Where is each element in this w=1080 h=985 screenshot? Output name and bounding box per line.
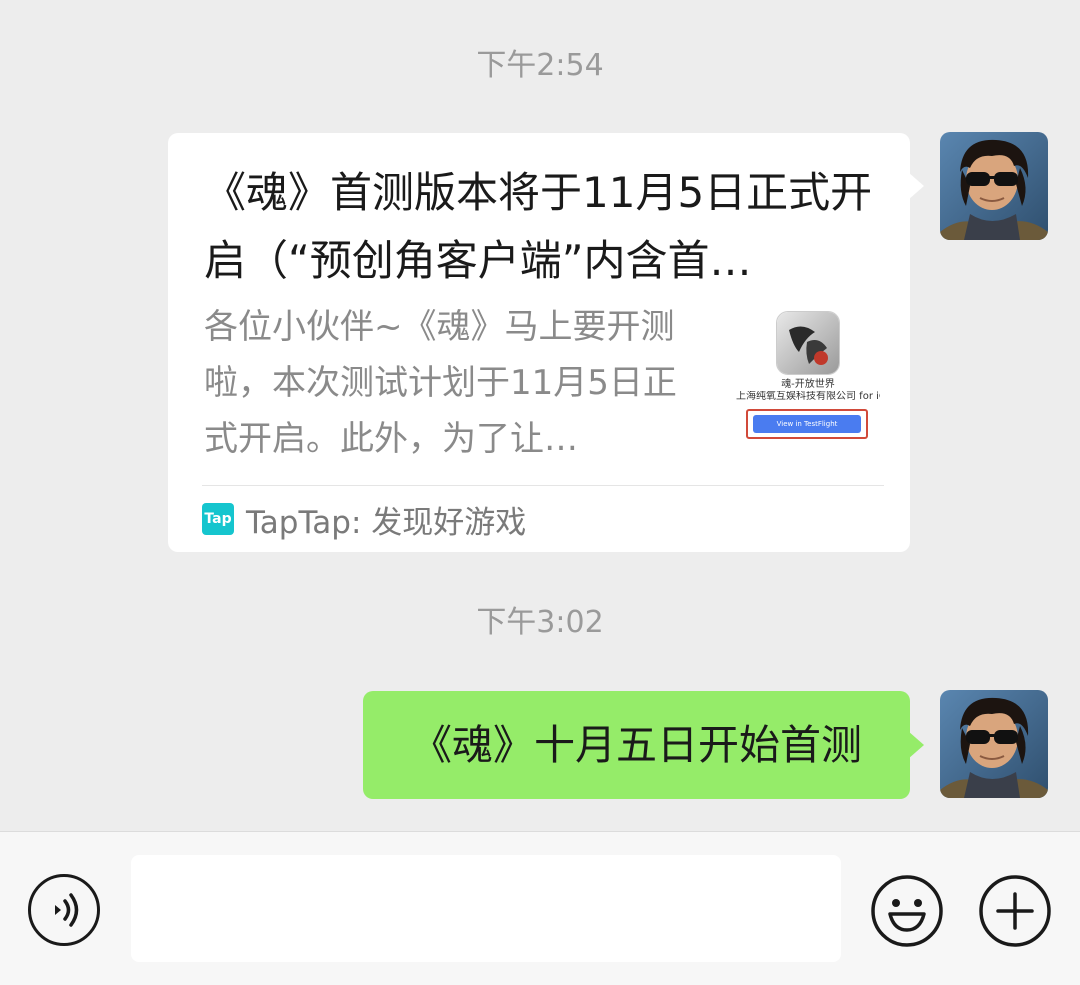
link-card-source: Tap TapTap: 发现好游戏 <box>202 499 527 541</box>
game-app-icon <box>776 311 840 375</box>
testflight-button: View in TestFlight <box>753 415 861 433</box>
card-bubble-tail <box>908 172 924 200</box>
avatar[interactable] <box>940 132 1048 240</box>
message-bubble-tail <box>908 731 924 759</box>
taptap-logo-icon: Tap <box>202 503 234 535</box>
thumbnail-button-frame: View in TestFlight <box>746 409 868 439</box>
avatar[interactable] <box>940 690 1048 798</box>
outgoing-message-bubble[interactable]: 《魂》十月五日开始首测 <box>363 691 910 799</box>
input-bar <box>0 831 1080 985</box>
thumbnail-company: 上海纯氧互娱科技有限公司 for iOS <box>736 391 880 402</box>
link-card-message[interactable]: 《魂》首测版本将于11月5日正式开启（“预创角客户端”内含首… 各位小伙伴~《魂… <box>168 133 910 552</box>
emoji-icon[interactable] <box>870 874 944 948</box>
timestamp: 下午3:02 <box>476 605 604 640</box>
link-card-title: 《魂》首测版本将于11月5日正式开启（“预创角客户端”内含首… <box>204 168 873 285</box>
thumbnail-app-name: 魂-开放世界 <box>781 379 835 390</box>
card-divider <box>202 485 884 486</box>
source-name: TapTap: 发现好游戏 <box>246 504 527 541</box>
message-input[interactable] <box>131 855 841 962</box>
link-card-thumbnail: 魂-开放世界 上海纯氧互娱科技有限公司 for iOS View in Test… <box>736 305 880 445</box>
timestamp: 下午2:54 <box>476 48 604 83</box>
link-card-description: 各位小伙伴~《魂》马上要开测啦，本次测试计划于11月5日正式开启。此外，为了让… <box>204 307 677 459</box>
plus-icon[interactable] <box>978 874 1052 948</box>
voice-icon[interactable] <box>28 874 100 946</box>
